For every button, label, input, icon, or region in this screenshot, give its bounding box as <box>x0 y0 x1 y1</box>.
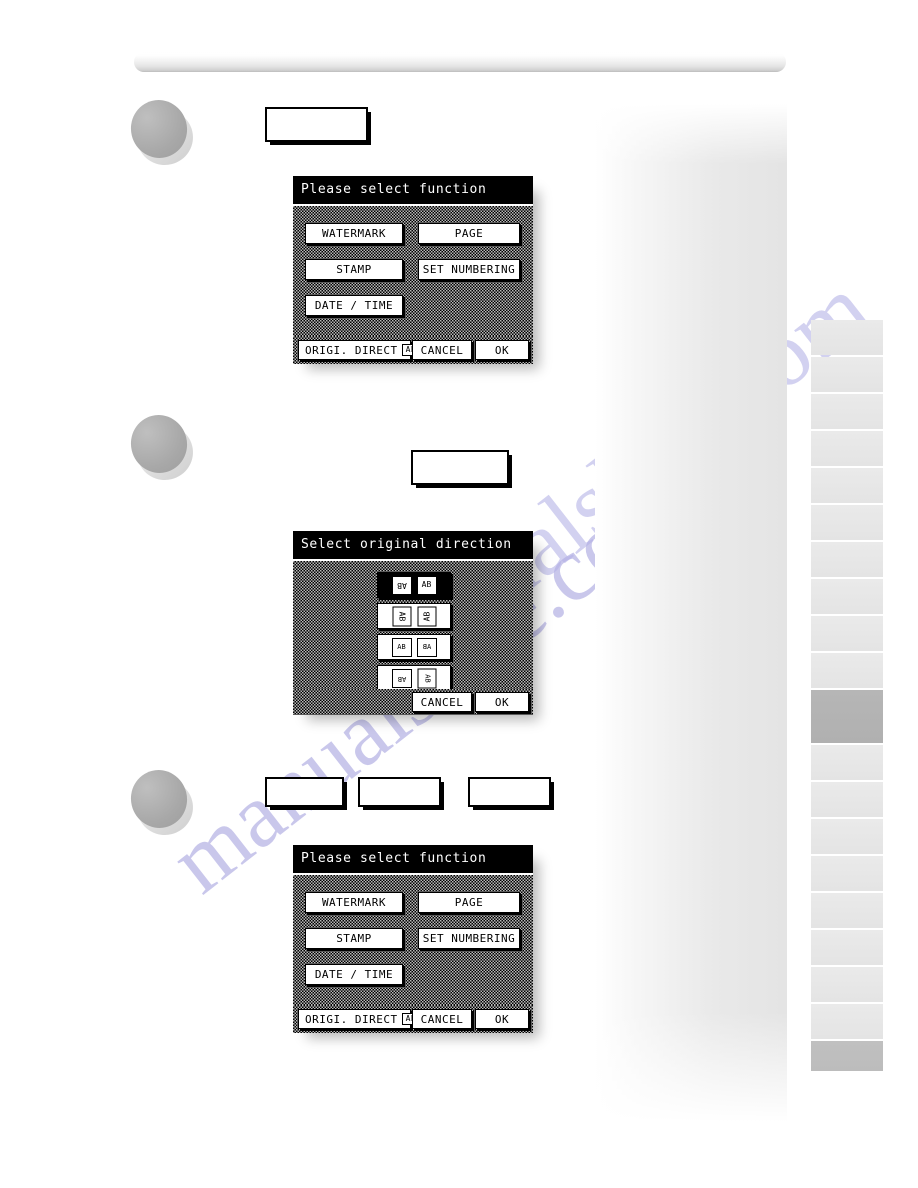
index-tab-5[interactable] <box>811 468 883 503</box>
btn-page-1[interactable]: PAGE <box>418 223 520 244</box>
direction-option-row-3[interactable]: AB AB <box>377 634 451 660</box>
orientation-icon-3b: AB <box>416 637 437 657</box>
btn-cancel-1[interactable]: CANCEL <box>412 340 472 360</box>
lcd-body-2: AB AB AB AB AB AB AB AB <box>293 559 533 691</box>
index-tab-1[interactable] <box>811 320 883 355</box>
orientation-icon-1b: AB <box>416 575 437 595</box>
direction-option-row-1[interactable]: AB AB <box>377 572 451 598</box>
btn-ok-2[interactable]: OK <box>475 692 529 712</box>
step-1-key-box[interactable] <box>265 107 368 142</box>
step-3-key-box-1[interactable] <box>265 777 344 807</box>
orientation-icon-4b: AB <box>417 668 436 688</box>
btn-origi-direct-2[interactable]: ORIGI. DIRECT AB <box>298 1009 421 1029</box>
btn-watermark-2[interactable]: WATERMARK <box>305 892 403 913</box>
btn-ok-1[interactable]: OK <box>475 340 529 360</box>
index-tab-18[interactable] <box>811 967 883 1002</box>
index-tab-9[interactable] <box>811 616 883 651</box>
lcd-dialog-select-function-1: Please select function WATERMARK PAGE ST… <box>293 176 533 364</box>
step-coin-icon-2 <box>124 409 199 486</box>
manual-page: manualslive.com manualslive.com P <box>0 0 918 1188</box>
step-marker-3 <box>124 764 199 841</box>
step-coin-icon-1 <box>124 94 199 171</box>
btn-origi-direct-1[interactable]: ORIGI. DIRECT AB <box>298 340 421 360</box>
lcd-body-1: WATERMARK PAGE STAMP SET NUMBERING DATE … <box>293 204 533 336</box>
index-tab-19[interactable] <box>811 1004 883 1039</box>
index-tab-4[interactable] <box>811 431 883 466</box>
step-marker-2 <box>124 409 199 486</box>
lcd-body-3: WATERMARK PAGE STAMP SET NUMBERING DATE … <box>293 873 533 1005</box>
index-tab-13[interactable] <box>811 782 883 817</box>
btn-stamp-1[interactable]: STAMP <box>305 259 403 280</box>
index-tab-14[interactable] <box>811 819 883 854</box>
btn-date-time-1[interactable]: DATE / TIME <box>305 295 403 316</box>
index-tab-2[interactable] <box>811 357 883 392</box>
btn-cancel-3[interactable]: CANCEL <box>412 1009 472 1029</box>
index-tab-6[interactable] <box>811 505 883 540</box>
index-tab-10[interactable] <box>811 653 883 688</box>
index-tab-3[interactable] <box>811 394 883 429</box>
step-marker-1 <box>124 94 199 171</box>
direction-option-row-4[interactable]: AB AB <box>377 665 451 691</box>
lcd-dialog-select-function-2: Please select function WATERMARK PAGE ST… <box>293 845 533 1033</box>
index-tab-12[interactable] <box>811 745 883 780</box>
btn-cancel-2[interactable]: CANCEL <box>412 692 472 712</box>
btn-watermark-1[interactable]: WATERMARK <box>305 223 403 244</box>
index-tab-strip <box>811 320 883 1073</box>
btn-date-time-2[interactable]: DATE / TIME <box>305 964 403 985</box>
orientation-icon-3a: AB <box>391 637 412 657</box>
lcd-footer-1: ORIGI. DIRECT AB CANCEL OK <box>293 336 533 364</box>
index-tab-11-active[interactable] <box>811 690 883 743</box>
orientation-icon-2b: AB <box>417 606 436 626</box>
index-tab-7[interactable] <box>811 542 883 577</box>
index-tab-15[interactable] <box>811 856 883 891</box>
direction-option-row-2[interactable]: AB AB <box>377 603 451 629</box>
orientation-icon-4a: AB <box>391 668 412 688</box>
step-2-key-box[interactable] <box>411 450 509 485</box>
step-3-key-box-3[interactable] <box>468 777 551 807</box>
btn-stamp-2[interactable]: STAMP <box>305 928 403 949</box>
lcd-title-1: Please select function <box>293 176 533 204</box>
lcd-title-3: Please select function <box>293 845 533 873</box>
origi-direct-label-2: ORIGI. DIRECT <box>305 1012 398 1026</box>
step-coin-icon-3 <box>124 764 199 841</box>
lcd-footer-2: CANCEL OK <box>293 689 533 715</box>
index-tab-16[interactable] <box>811 893 883 928</box>
btn-set-numbering-1[interactable]: SET NUMBERING <box>418 259 520 280</box>
right-gray-panel <box>595 104 787 1122</box>
index-tab-20-active[interactable] <box>811 1041 883 1071</box>
orientation-icon-2a: AB <box>392 606 411 626</box>
btn-ok-3[interactable]: OK <box>475 1009 529 1029</box>
lcd-title-2: Select original direction <box>293 531 533 559</box>
origi-direct-label-1: ORIGI. DIRECT <box>305 343 398 357</box>
lcd-footer-3: ORIGI. DIRECT AB CANCEL OK <box>293 1005 533 1033</box>
lcd-dialog-select-direction: Select original direction AB AB AB AB AB… <box>293 531 533 715</box>
index-tab-17[interactable] <box>811 930 883 965</box>
index-tab-8[interactable] <box>811 579 883 614</box>
step-3-key-box-2[interactable] <box>358 777 441 807</box>
btn-set-numbering-2[interactable]: SET NUMBERING <box>418 928 520 949</box>
orientation-icon-1a: AB <box>391 575 412 595</box>
header-rule <box>134 52 786 72</box>
btn-page-2[interactable]: PAGE <box>418 892 520 913</box>
